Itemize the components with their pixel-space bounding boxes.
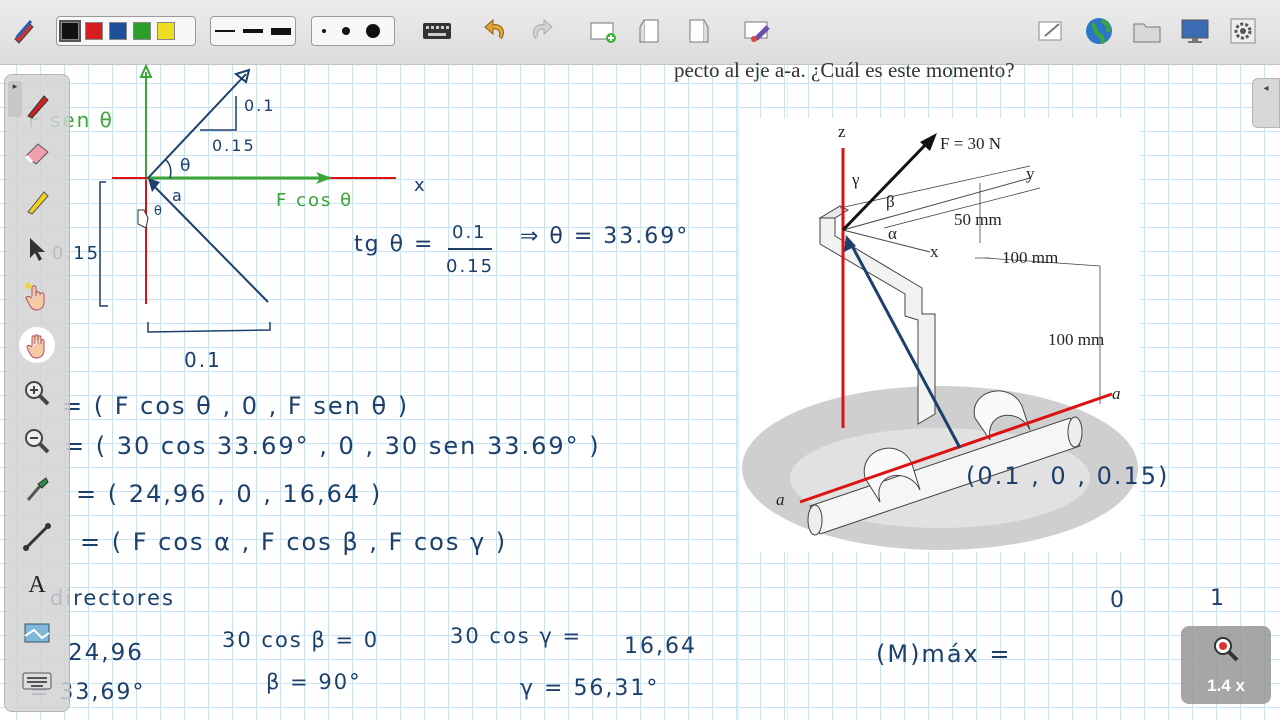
note-xlabel: x xyxy=(414,175,427,196)
note-gamma-val: γ = 56,31° xyxy=(520,676,660,701)
force-label: F = 30 N xyxy=(940,134,1002,153)
previous-page-icon[interactable] xyxy=(636,16,666,46)
note-coord: (0.1 , 0 , 0.15) xyxy=(966,462,1170,490)
right-panel-handle[interactable]: ◂ xyxy=(1252,78,1280,128)
dim-50-label: 50 mm xyxy=(954,210,1002,229)
note-mmax: (M)máx = xyxy=(876,640,1012,668)
board-settings-icon[interactable] xyxy=(1036,16,1066,46)
note-theta1: θ xyxy=(180,156,193,176)
screen-capture-icon[interactable] xyxy=(19,615,55,651)
note-eq1: = ( F cos θ , 0 , F sen θ ) xyxy=(62,392,410,420)
color-blue-swatch[interactable] xyxy=(109,22,127,40)
note-d01b: 0.1 xyxy=(184,348,222,372)
note-cosg-val: 16,64 xyxy=(624,634,697,659)
globe-icon[interactable] xyxy=(1084,16,1114,46)
zoom-out-icon[interactable] xyxy=(19,423,55,459)
dim-100-side-label: 100 mm xyxy=(1048,330,1105,349)
note-beta-val: β = 90° xyxy=(266,670,362,694)
clear-page-icon[interactable] xyxy=(742,16,772,46)
note-2496: 24,96 xyxy=(68,640,144,666)
tool-sidebar: ▸ A xyxy=(4,74,70,712)
book-header-text: pecto al eje a-a. ¿Cuál es este momento? xyxy=(674,58,1015,82)
folder-icon[interactable] xyxy=(1132,16,1162,46)
thick-line-option[interactable] xyxy=(271,27,291,35)
note-one: 1 xyxy=(1210,586,1226,611)
alpha-label: α xyxy=(888,224,897,243)
note-alab: a xyxy=(172,186,184,205)
line-tool-icon[interactable] xyxy=(19,519,55,555)
note-d015a: 0.15 xyxy=(212,136,256,155)
note-fcos: F cos θ xyxy=(276,190,354,211)
fraction-bar xyxy=(448,248,492,250)
select-pointer-icon[interactable] xyxy=(19,231,55,267)
pen-settings-icon[interactable] xyxy=(8,16,38,46)
note-cosg: 30 cos γ = xyxy=(450,624,583,648)
note-cosb: 30 cos β = 0 xyxy=(222,628,380,652)
axis-a-right-label: a xyxy=(1112,384,1121,403)
point-size-group xyxy=(311,16,395,46)
color-black-swatch[interactable] xyxy=(59,20,81,42)
laser-hand-icon[interactable] xyxy=(19,279,55,315)
line-width-group xyxy=(210,16,296,46)
pen-tool-icon[interactable] xyxy=(19,87,55,123)
undo-icon[interactable] xyxy=(480,16,510,46)
monitor-icon[interactable] xyxy=(1180,16,1210,46)
color-green-swatch[interactable] xyxy=(133,22,151,40)
expand-arrow-icon: ◂ xyxy=(1263,83,1269,94)
large-point-option[interactable] xyxy=(366,24,380,38)
note-frac-num: 0.1 xyxy=(452,222,487,243)
keyboard-icon[interactable] xyxy=(422,16,452,46)
zoom-in-icon[interactable] xyxy=(19,375,55,411)
dim-100-top-label: 100 mm xyxy=(1002,248,1059,267)
axis-x-label: x xyxy=(930,242,939,261)
note-d01a: 0.1 xyxy=(244,96,276,115)
note-frac-den: 0.15 xyxy=(446,256,495,277)
note-tg: tg θ = xyxy=(354,232,435,257)
thin-line-option[interactable] xyxy=(215,30,235,32)
medium-line-option[interactable] xyxy=(243,29,263,33)
paint-tool-icon[interactable] xyxy=(19,471,55,507)
page-divider-left xyxy=(737,65,739,720)
note-zero: 0 xyxy=(1110,588,1126,613)
note-eq3: = ( 24,96 , 0 , 16,64 ) xyxy=(76,480,383,508)
note-eq2: = ( 30 cos 33.69° , 0 , 30 sen 33.69° ) xyxy=(64,432,601,460)
zoom-indicator[interactable]: 1.4 x xyxy=(1181,626,1271,704)
on-screen-keyboard-icon[interactable] xyxy=(19,663,55,699)
color-red-swatch[interactable] xyxy=(85,22,103,40)
pan-hand-icon[interactable] xyxy=(19,327,55,363)
axis-z-label: z xyxy=(838,122,846,141)
note-theta2: θ xyxy=(154,204,164,219)
eraser-tool-icon[interactable] xyxy=(19,135,55,171)
axis-a-left-label: a xyxy=(776,490,785,509)
color-palette xyxy=(56,16,196,46)
medium-point-option[interactable] xyxy=(342,27,350,35)
top-toolbar xyxy=(0,0,1280,65)
gear-icon[interactable] xyxy=(1228,16,1258,46)
note-theta-val: ⇒ θ = 33.69° xyxy=(520,224,690,249)
beta-label: β xyxy=(886,192,895,211)
small-point-option[interactable] xyxy=(322,29,326,33)
axis-y-label: y xyxy=(1026,164,1035,183)
zoom-level-label: 1.4 x xyxy=(1207,676,1245,695)
redo-icon[interactable] xyxy=(527,16,557,46)
highlighter-tool-icon[interactable] xyxy=(19,183,55,219)
new-page-icon[interactable] xyxy=(588,16,618,46)
text-tool-icon[interactable]: A xyxy=(19,567,55,603)
zoom-magnifier-icon xyxy=(1214,637,1239,662)
note-eq4: = ( F cos α , F cos β , F cos γ ) xyxy=(80,528,508,556)
color-yellow-swatch[interactable] xyxy=(157,22,175,40)
next-page-icon[interactable] xyxy=(684,16,714,46)
gamma-label: γ xyxy=(852,170,860,189)
